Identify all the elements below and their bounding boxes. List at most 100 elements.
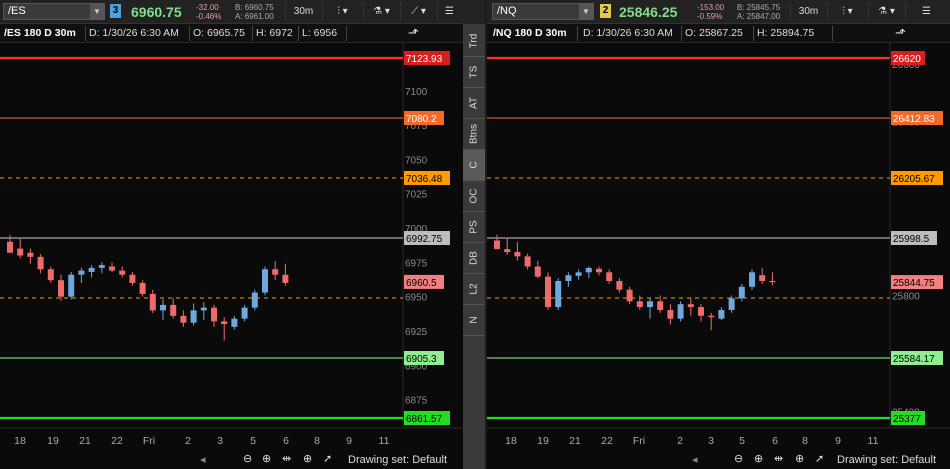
side-tab-c[interactable]: C	[463, 150, 485, 181]
side-tab-label: N	[468, 316, 480, 324]
link-badge[interactable]: 3	[110, 4, 121, 18]
x-tick-label: 9	[346, 435, 352, 447]
candle-body	[200, 307, 207, 311]
style-button[interactable]: ⫶ ▾	[827, 2, 867, 21]
side-tab-trd[interactable]: Trd	[463, 26, 485, 57]
chart-background	[0, 43, 463, 452]
cursor-icon[interactable]: ➚	[815, 452, 824, 465]
zoom-in-icon[interactable]: ⊕	[754, 452, 763, 465]
price-chart[interactable]: 266002640025800254002662026412.8326205.6…	[487, 43, 950, 452]
side-tab-ps[interactable]: PS	[463, 212, 485, 243]
drawings-button[interactable]: ⟋ ▾	[400, 2, 436, 21]
candle-body	[47, 269, 54, 281]
x-tick-label: 2	[677, 435, 683, 447]
ask-price: A: 6961.00	[235, 12, 274, 21]
side-tab-db[interactable]: DB	[463, 243, 485, 274]
drawing-set-label[interactable]: Drawing set: Default	[348, 454, 447, 466]
bid-price: B: 25845.75	[737, 3, 781, 12]
candle-icon: ⫶ ▾	[842, 6, 853, 17]
level-price-label: 7123.93	[406, 54, 443, 65]
net-change-percent: -0.59%	[697, 12, 723, 21]
crosshair-icon[interactable]: ⊕	[795, 452, 804, 465]
side-tab-n[interactable]: N	[463, 305, 485, 336]
info-date: D: 1/30/26 6:30 AM	[89, 27, 179, 39]
x-tick-label: 22	[601, 435, 613, 447]
cursor-icon[interactable]: ➚	[323, 452, 332, 465]
candle-body	[241, 307, 248, 319]
symbol-input[interactable]: /NQ ▼	[492, 3, 594, 20]
side-tab-label: Trd	[468, 33, 480, 49]
side-tab-label: L2	[468, 283, 480, 295]
x-tick-label: 8	[314, 435, 320, 447]
x-tick-label: 9	[835, 435, 841, 447]
level-price-label: 25377	[893, 414, 921, 425]
y-tick-label: 7025	[405, 190, 428, 201]
candle-body	[728, 298, 735, 310]
ask-price: A: 25847.00	[737, 12, 781, 21]
candle-body	[626, 289, 633, 302]
candle-body	[262, 269, 268, 293]
side-tab-oc[interactable]: OC	[463, 181, 485, 212]
info-open: O: 25867.25	[685, 27, 743, 39]
chart-toolbar: /ES ▼ 3 6960.75 -32.00 -0.46% B: 6960.75…	[0, 0, 463, 24]
candle-body	[282, 274, 289, 283]
zoom-out-icon[interactable]: ⊖	[243, 452, 252, 465]
x-tick-label: Fri	[633, 435, 645, 447]
side-tab-label: Btns	[468, 123, 480, 145]
x-tick-label: 22	[111, 435, 123, 447]
info-bar: /ES 180 D 30m D: 1/30/26 6:30 AM O: 6965…	[0, 24, 463, 43]
chevron-down-icon[interactable]: ▼	[579, 4, 593, 19]
expand-icon[interactable]: ⬏	[408, 25, 419, 41]
candle-body	[534, 266, 541, 277]
side-tab-l2[interactable]: L2	[463, 274, 485, 305]
side-tab-ts[interactable]: TS	[463, 57, 485, 88]
side-tab-btns[interactable]: Btns	[463, 119, 485, 150]
scroll-left-icon[interactable]: ◂	[200, 453, 206, 466]
expand-icon[interactable]: ⬏	[895, 25, 906, 41]
y-tick-label: 7100	[405, 87, 428, 98]
chart-bottom-bar: ◂ ⊖ ⊕ ⇹ ⊕ ➚ Drawing set: Default	[487, 452, 950, 469]
candle-body	[636, 301, 643, 308]
candle-body	[565, 275, 572, 282]
chart-panel-nq: /NQ ▼ 2 25846.25 -153.00 -0.59% B: 25845…	[487, 0, 950, 469]
price-chart[interactable]: 7100707570507025700069756950692569006875…	[0, 43, 463, 452]
side-tab-at[interactable]: AT	[463, 88, 485, 119]
x-tick-label: 19	[537, 435, 549, 447]
period-button[interactable]: 30m	[285, 2, 321, 21]
candle-body	[190, 310, 197, 323]
x-tick-label: 6	[283, 435, 289, 447]
zoom-out-icon[interactable]: ⊖	[734, 452, 743, 465]
link-badge[interactable]: 2	[600, 4, 611, 18]
studies-button[interactable]: ⚗ ▾	[868, 2, 904, 21]
bid-price: B: 6960.75	[235, 3, 274, 12]
x-tick-label: 5	[250, 435, 256, 447]
side-tab-label: C	[468, 161, 480, 169]
scroll-left-icon[interactable]: ◂	[692, 453, 698, 466]
candle-body	[119, 270, 126, 275]
studies-button[interactable]: ⚗ ▾	[363, 2, 399, 21]
period-button[interactable]: 30m	[790, 2, 826, 21]
last-price: 25846.25	[619, 4, 678, 20]
chevron-down-icon[interactable]: ▼	[90, 4, 104, 19]
candle-body	[180, 315, 187, 323]
candle-body	[211, 307, 217, 322]
candle-body	[647, 301, 653, 308]
flask-icon: ⚗ ▾	[878, 6, 895, 17]
chart-title: /ES 180 D 30m	[4, 27, 76, 39]
candle-body	[68, 274, 75, 297]
zoom-in-icon[interactable]: ⊕	[262, 452, 271, 465]
pan-icon[interactable]: ⇹	[774, 452, 783, 465]
level-price-label: 25584.17	[893, 354, 935, 365]
x-tick-label: 11	[379, 435, 390, 447]
menu-button[interactable]: ☰	[905, 2, 947, 21]
net-change-percent: -0.46%	[196, 12, 222, 21]
candle-body	[27, 252, 34, 257]
chart-background	[487, 43, 950, 452]
drawing-set-label[interactable]: Drawing set: Default	[837, 454, 936, 466]
candle-body	[170, 304, 177, 316]
symbol-input[interactable]: /ES ▼	[3, 3, 105, 20]
style-button[interactable]: ⫶ ▾	[322, 2, 362, 21]
pan-icon[interactable]: ⇹	[282, 452, 291, 465]
crosshair-icon[interactable]: ⊕	[303, 452, 312, 465]
menu-button[interactable]: ☰	[437, 2, 461, 21]
